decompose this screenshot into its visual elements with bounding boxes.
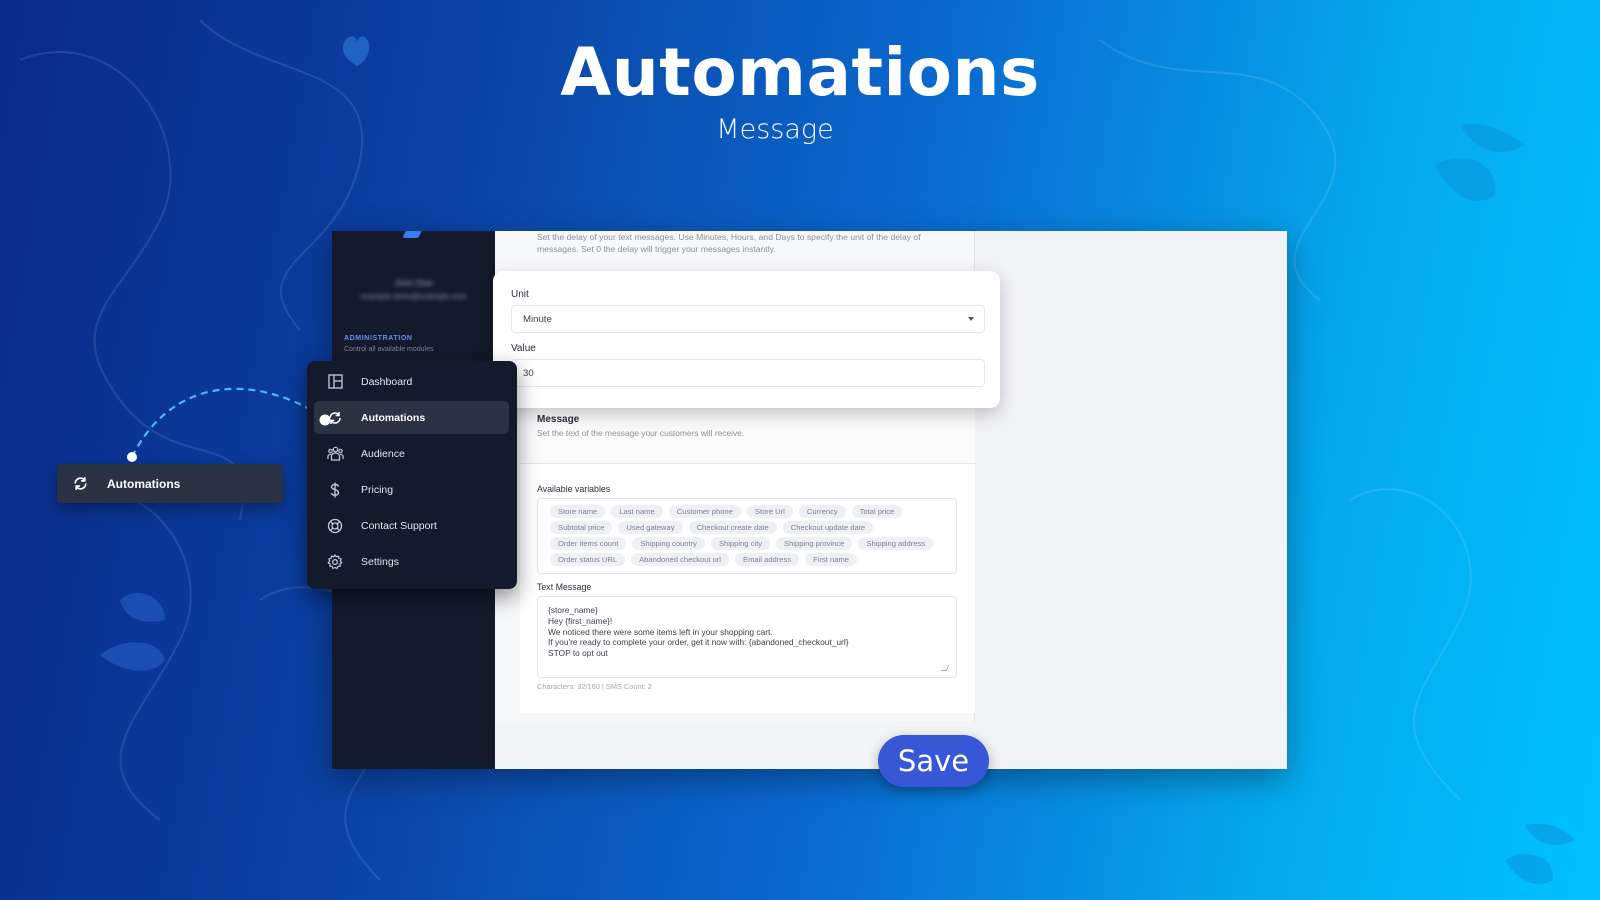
variable-chip[interactable]: Subtotal price	[550, 521, 613, 534]
variable-chip[interactable]: Used gateway	[618, 521, 683, 534]
variables-list: Store name Last name Customer phone Store U…	[537, 498, 957, 574]
delay-description: Set the delay of your text messages. Use…	[537, 231, 957, 255]
decorative-leaf-icon	[1505, 823, 1575, 884]
variable-chip[interactable]: Store Url	[746, 505, 793, 518]
nav-item-label: Settings	[361, 555, 399, 568]
text-message-line: If you're ready to complete your order, …	[548, 637, 849, 648]
resize-handle[interactable]	[940, 665, 950, 671]
text-message-line: {store_name}	[548, 605, 598, 615]
character-count: Characters: 32/160 | SMS Count: 2	[537, 682, 652, 691]
variable-chip[interactable]: Checkout create date	[688, 521, 777, 534]
message-section: Message Set the text of the message your…	[520, 396, 975, 713]
variable-chip[interactable]: Shipping city	[710, 537, 770, 550]
gear-icon	[326, 553, 344, 571]
sync-icon	[71, 475, 89, 493]
decorative-leaf-icon	[100, 592, 165, 671]
text-message-line: We noticed there were some items left in…	[548, 626, 773, 637]
nav-item-label: Contact Support	[361, 519, 437, 532]
delay-description-line: Set the delay of your text messages. Use…	[537, 232, 921, 242]
variable-chip[interactable]: Last name	[611, 505, 663, 518]
logo-icon	[402, 231, 422, 238]
nav-item-label: Automations	[361, 411, 426, 424]
nav-item-pricing[interactable]: Pricing	[314, 473, 509, 506]
text-message-line: STOP to opt out	[548, 648, 608, 659]
user-email: example.store@example.com	[360, 292, 467, 301]
delay-description-line: messages. Set 0 the delay will trigger y…	[537, 244, 776, 254]
variable-chip[interactable]: Checkout update date	[782, 521, 874, 534]
variable-chip[interactable]: Shipping country	[632, 537, 705, 550]
hero-title: Automations	[560, 34, 1040, 111]
callout-label: Automations	[107, 476, 181, 491]
nav-item-automations[interactable]: Automations	[314, 401, 509, 434]
nav-item-label: Dashboard	[361, 375, 413, 388]
unit-select-value: Minute	[523, 314, 552, 325]
nav-item-settings[interactable]: Settings	[314, 545, 509, 578]
variable-chip[interactable]: Total price	[851, 505, 903, 518]
variable-chip[interactable]: Shipping address	[858, 537, 934, 550]
nav-item-label: Pricing	[361, 483, 394, 496]
nav-item-contact-support[interactable]: Contact Support	[314, 509, 509, 542]
nav-item-dashboard[interactable]: Dashboard	[314, 365, 509, 398]
variable-chip[interactable]: Email address	[735, 553, 800, 566]
hero-subtitle: Message	[716, 114, 834, 145]
variable-chip[interactable]: Order items count	[550, 537, 627, 550]
variable-chip[interactable]: Customer phone	[668, 505, 741, 518]
variable-chip[interactable]: Abandoned checkout url	[631, 553, 729, 566]
navigation-menu: Dashboard Automations Audience Pricing C…	[307, 361, 517, 589]
dollar-icon	[326, 481, 344, 499]
unit-select[interactable]: Minute	[511, 305, 985, 333]
automations-callout[interactable]: Automations	[57, 464, 283, 503]
variable-chip[interactable]: First name	[805, 553, 857, 566]
message-section-title: Message	[537, 414, 580, 425]
message-section-description: Set the text of the message your custome…	[537, 428, 745, 438]
variables-label: Available variables	[537, 484, 611, 494]
admin-section-subtitle: Control all available modules	[344, 346, 434, 353]
admin-section-title: ADMINISTRATION	[344, 335, 413, 342]
text-message-textarea[interactable]: {store_name} Hey {first_name}! We noticed …	[537, 596, 957, 678]
value-input-value: 30	[523, 368, 534, 379]
variable-chip[interactable]: Shipping province	[776, 537, 853, 550]
dashboard-icon	[326, 373, 344, 391]
delay-settings-card: Unit Minute Value 30	[493, 271, 1000, 408]
connector-dot	[127, 452, 137, 462]
nav-item-audience[interactable]: Audience	[314, 437, 509, 470]
variable-chip[interactable]: Store name	[550, 505, 606, 518]
value-label: Value	[511, 343, 536, 354]
text-message-label: Text Message	[537, 582, 592, 592]
lifebuoy-icon	[326, 517, 344, 535]
save-button[interactable]: Save	[878, 735, 989, 787]
value-input[interactable]: 30	[511, 359, 985, 387]
users-icon	[326, 445, 344, 463]
chevron-down-icon	[968, 317, 974, 321]
sync-icon	[326, 409, 344, 427]
message-form: Available variables Store name Last name C…	[520, 463, 975, 713]
variable-chip[interactable]: Currency	[798, 505, 846, 518]
variable-chip[interactable]: Order status URL	[550, 553, 626, 566]
text-message-line: Hey {first_name}!	[548, 615, 613, 626]
user-name: John Doe	[394, 278, 433, 288]
unit-label: Unit	[511, 289, 529, 300]
nav-item-label: Audience	[361, 447, 405, 460]
